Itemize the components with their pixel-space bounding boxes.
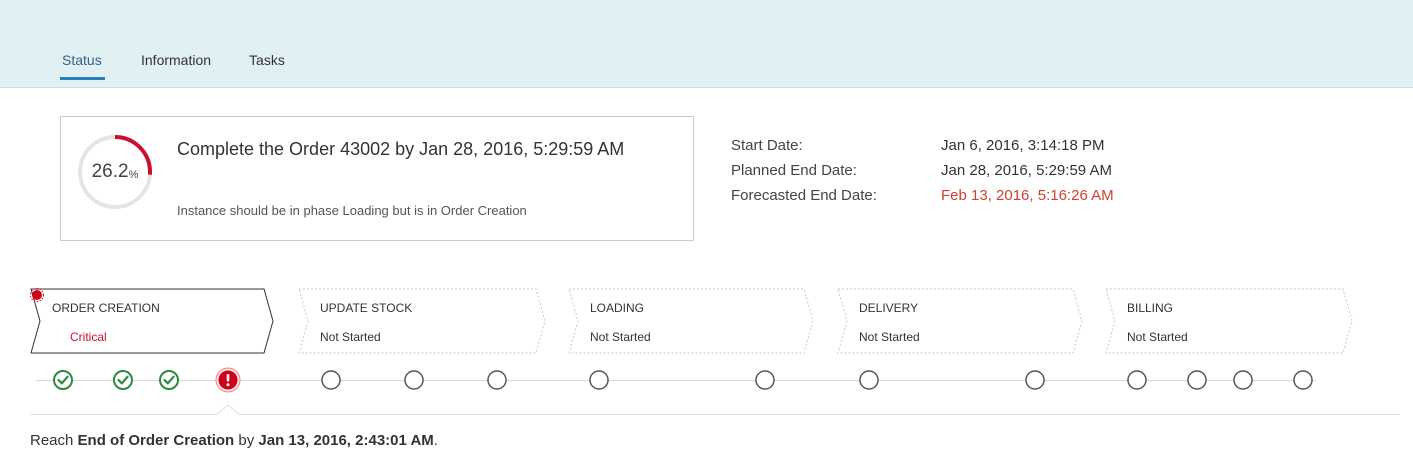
phase-name: UPDATE STOCK [320,301,413,315]
phase-chevron-shape [1105,288,1353,354]
tab-information[interactable]: Information [139,52,213,79]
phase-status: Not Started [1127,330,1188,344]
detail-middle: by [234,432,259,449]
milestone-pending-circle-icon[interactable] [858,369,880,391]
milestone-pending-circle-icon[interactable] [588,369,610,391]
tab-tasks[interactable]: Tasks [247,52,287,79]
critical-status-icon [30,288,44,302]
milestone-pending-circle-icon[interactable] [1126,369,1148,391]
milestone-pending-circle-icon[interactable] [1232,369,1254,391]
milestone-completed-check-icon[interactable] [158,369,180,391]
phase-name: ORDER CREATION [52,301,160,315]
dates-panel: Start Date: Jan 6, 2016, 3:14:18 PM Plan… [731,137,1114,212]
milestone-completed-check-icon[interactable] [52,369,74,391]
planned-end-date-row: Planned End Date: Jan 28, 2016, 5:29:59 … [731,162,1114,187]
phase-update-stock[interactable]: UPDATE STOCK Not Started [298,288,546,354]
phase-chevron-shape [568,288,814,354]
header-bar: Status Information Tasks [0,0,1413,88]
order-title: Complete the Order 43002 by Jan 28, 2016… [177,139,625,159]
phase-loading[interactable]: LOADING Not Started [568,288,814,354]
phase-name: BILLING [1127,301,1174,315]
progress-value: 26.2% [91,161,139,182]
planned-end-date-value: Jan 28, 2016, 5:29:59 AM [941,162,1112,179]
phase-name: LOADING [590,301,645,315]
phase-status: Critical [70,330,107,344]
start-date-label: Start Date: [731,137,803,154]
phase-chevron-shape [298,288,546,354]
milestone-pending-circle-icon[interactable] [1024,369,1046,391]
planned-end-date-label: Planned End Date: [731,162,857,179]
milestone-completed-check-icon[interactable] [112,369,134,391]
detail-milestone-name: End of Order Creation [77,432,235,449]
forecasted-end-date-label: Forecasted End Date: [731,187,877,204]
milestone-pending-circle-icon[interactable] [1186,369,1208,391]
milestone-critical-exclamation-icon[interactable] [215,367,241,393]
phase-status: Not Started [320,330,381,344]
order-header-card: 26.2% Complete the Order 43002 by Jan 28… [60,116,694,241]
order-subtitle: Instance should be in phase Loading but … [177,203,527,218]
phase-status: Not Started [859,330,920,344]
phase-status: Not Started [590,330,651,344]
start-date-value: Jan 6, 2016, 3:14:18 PM [941,137,1105,154]
milestone-pending-circle-icon[interactable] [754,369,776,391]
milestone-pending-circle-icon[interactable] [486,369,508,391]
milestone-pending-circle-icon[interactable] [320,369,342,391]
forecasted-end-date-row: Forecasted End Date: Feb 13, 2016, 5:16:… [731,187,1114,212]
phase-delivery[interactable]: DELIVERY Not Started [837,288,1083,354]
start-date-row: Start Date: Jan 6, 2016, 3:14:18 PM [731,137,1114,162]
milestone-pending-circle-icon[interactable] [1292,369,1314,391]
progress-gauge: 26.2% [77,134,153,210]
milestone-detail-text: Reach End of Order Creation by Jan 13, 2… [30,432,438,449]
detail-suffix: . [433,432,438,449]
milestone-pending-circle-icon[interactable] [403,369,425,391]
forecasted-end-date-value: Feb 13, 2016, 5:16:26 AM [941,187,1114,204]
phase-chevron-shape [837,288,1083,354]
tab-bar: Status Information Tasks [60,52,321,80]
phase-order-creation[interactable]: ORDER CREATION Critical [30,288,274,354]
phase-chevron-shape [30,288,274,354]
phase-name: DELIVERY [859,301,919,315]
phase-billing[interactable]: BILLING Not Started [1105,288,1353,354]
selected-milestone-pointer [216,404,240,416]
tab-status[interactable]: Status [60,52,105,80]
detail-prefix: Reach [30,432,78,449]
detail-due-date: Jan 13, 2016, 2:43:01 AM [258,432,434,449]
